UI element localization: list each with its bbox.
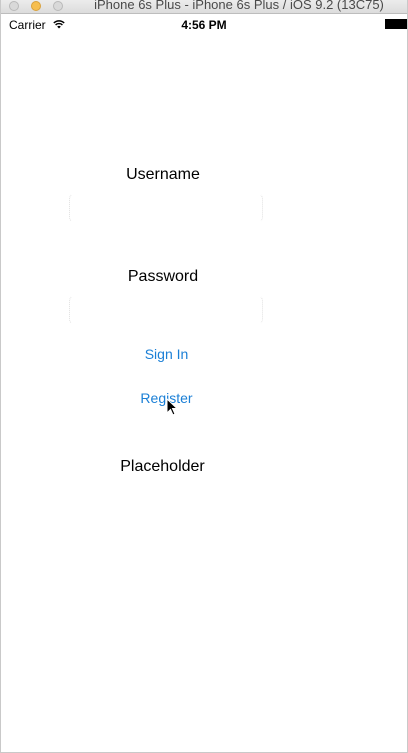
username-label: Username [126,166,200,183]
battery-icon [385,19,407,29]
password-field[interactable] [69,295,263,325]
zoom-window-button[interactable] [53,1,63,11]
status-time: 4:56 PM [181,18,227,32]
username-field[interactable] [69,193,263,223]
status-bar: Carrier 4:56 PM [1,14,407,34]
close-window-button[interactable] [9,1,19,11]
simulator-window: iPhone 6s Plus - iPhone 6s Plus / iOS 9.… [0,0,408,753]
placeholder-label: Placeholder [120,458,205,475]
minimize-window-button[interactable] [31,1,41,11]
sign-in-button[interactable]: Sign In [1,346,332,362]
mouse-pointer-icon [166,398,178,416]
window-title: iPhone 6s Plus - iPhone 6s Plus / iOS 9.… [94,0,384,12]
title-bar: iPhone 6s Plus - iPhone 6s Plus / iOS 9.… [1,0,407,14]
password-label: Password [127,268,199,285]
